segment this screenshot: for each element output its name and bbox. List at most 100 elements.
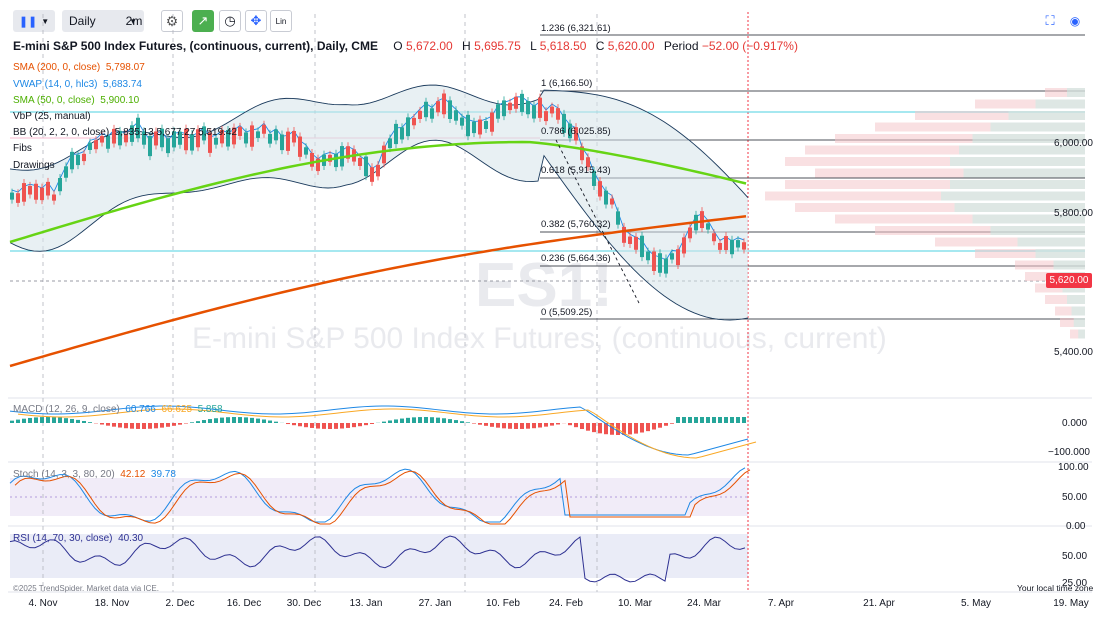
macd-histogram-bar <box>532 423 536 429</box>
macd-histogram-bar <box>10 420 14 423</box>
macd-histogram-bar <box>568 423 572 426</box>
macd-histogram-bar <box>154 423 158 429</box>
candle <box>76 154 80 166</box>
legend-sma50-name: SMA (50, 0, close) <box>13 95 95 106</box>
low-value: 5,618.50 <box>539 39 587 53</box>
candle <box>682 237 686 254</box>
macd-histogram-bar <box>130 423 134 429</box>
macd-signal-line <box>17 408 757 459</box>
legend-drawings[interactable]: Drawings <box>13 160 55 171</box>
candle <box>436 101 440 113</box>
local-time-zone[interactable]: Your local time zone <box>1017 583 1093 593</box>
candle <box>412 117 416 126</box>
candle <box>268 133 272 144</box>
legend-macd-v2: 66.625 <box>161 404 193 415</box>
candle <box>10 192 14 200</box>
candle <box>286 131 290 151</box>
legend-bb-name: BB (20, 2, 2, 0, close) <box>13 127 110 138</box>
legend-rsi-name: RSI (14, 70, 30, close) <box>13 533 113 544</box>
candle <box>532 105 536 119</box>
time-axis-label: 4. Nov <box>28 598 58 609</box>
legend-stoch-v2: 39.78 <box>150 469 176 480</box>
legend-macd[interactable]: MACD (12, 26, 9, close) 60.766 66.625 5.… <box>13 404 223 415</box>
legend-stoch[interactable]: Stoch (14, 3, 3, 80, 20) 42.12 39.78 <box>13 469 176 480</box>
macd-histogram-bar <box>160 423 164 428</box>
macd-histogram-bar <box>436 417 440 423</box>
macd-histogram-bar <box>550 423 554 426</box>
legend-rsi[interactable]: RSI (14, 70, 30, close) 40.30 <box>13 533 143 544</box>
macd-histogram-bar <box>328 423 332 429</box>
macd-histogram-bar <box>628 423 632 435</box>
candle <box>58 178 62 192</box>
macd-histogram-bar <box>244 417 248 423</box>
macd-histogram-bar <box>556 423 560 425</box>
candle <box>442 93 446 115</box>
candle <box>46 181 50 196</box>
macd-histogram-bar <box>538 423 542 428</box>
macd-histogram-bar <box>34 417 38 423</box>
close-value: 5,620.00 <box>607 39 655 53</box>
candle <box>724 236 728 251</box>
macd-histogram-bar <box>730 417 734 423</box>
legend-bb[interactable]: BB (20, 2, 2, 0, close) 5,835.13 5,677.2… <box>13 127 237 138</box>
candle <box>598 181 602 197</box>
macd-histogram-bar <box>190 422 194 423</box>
legend-fibs[interactable]: Fibs <box>13 143 32 154</box>
macd-histogram-bar <box>370 423 374 424</box>
macd-histogram-bar <box>688 417 692 423</box>
macd-histogram-bar <box>364 423 368 426</box>
candle <box>700 211 704 229</box>
macd-histogram-bar <box>406 417 410 423</box>
candle <box>358 157 362 166</box>
candle <box>94 140 98 150</box>
candle <box>424 101 428 118</box>
macd-histogram-bar <box>400 418 404 423</box>
volume-profile-bar <box>1053 260 1085 270</box>
macd-histogram-bar <box>706 417 710 423</box>
macd-histogram-bar <box>256 418 260 423</box>
volume-profile-bar <box>950 180 1085 189</box>
macd-histogram-bar <box>124 423 128 429</box>
macd-histogram-bar <box>202 420 206 423</box>
macd-histogram-bar <box>316 423 320 429</box>
price-axis-label: 6,000.00 <box>1054 138 1093 149</box>
legend-sma200-value: 5,798.07 <box>105 62 145 73</box>
macd-histogram-bar <box>226 417 230 423</box>
fib-label-0382: 0.382 (5,760.32) <box>541 219 611 230</box>
candle <box>628 236 632 244</box>
macd-histogram-bar <box>712 417 716 423</box>
candle <box>688 227 692 239</box>
macd-histogram-bar <box>16 419 20 423</box>
symbol-name: E-mini S&P 500 Index Futures, (continuou… <box>13 39 378 53</box>
volume-profile-bar <box>1071 306 1085 316</box>
candle <box>430 108 434 119</box>
symbol-title: E-mini S&P 500 Index Futures, (continuou… <box>13 39 798 53</box>
candle <box>622 226 626 243</box>
candle <box>634 236 638 250</box>
macd-histogram-bar <box>586 423 590 431</box>
candle <box>520 93 524 112</box>
macd-histogram-bar <box>214 418 218 423</box>
price-axis-label: 5,400.00 <box>1054 347 1093 358</box>
macd-histogram-bar <box>58 417 62 423</box>
legend-sma200[interactable]: SMA (200, 0, close) 5,798.07 <box>13 62 145 73</box>
macd-histogram-bar <box>718 417 722 423</box>
legend-vbp[interactable]: VbP (25, manual) <box>13 111 91 122</box>
candle <box>556 108 560 120</box>
stoch-axis-label: 50.00 <box>1062 492 1088 503</box>
macd-histogram-bar <box>508 423 512 429</box>
legend-vwap[interactable]: VWAP (14, 0, hlc3) 5,683.74 <box>13 79 142 90</box>
macd-histogram-bar <box>142 423 146 429</box>
legend-fibs-name: Fibs <box>13 143 32 154</box>
macd-histogram-bar <box>136 423 140 429</box>
time-axis-label: 10. Mar <box>618 598 652 609</box>
macd-histogram-bar <box>76 419 80 423</box>
candle <box>292 130 296 143</box>
legend-stoch-name: Stoch (14, 3, 3, 80, 20) <box>13 469 115 480</box>
macd-histogram-bar <box>694 417 698 423</box>
stoch-axis-label: 0.00 <box>1066 521 1086 532</box>
macd-axis-label: −100.000 <box>1048 447 1090 458</box>
macd-histogram-bar <box>454 420 458 423</box>
candle <box>514 96 518 109</box>
legend-sma50[interactable]: SMA (50, 0, close) 5,900.10 <box>13 95 139 106</box>
